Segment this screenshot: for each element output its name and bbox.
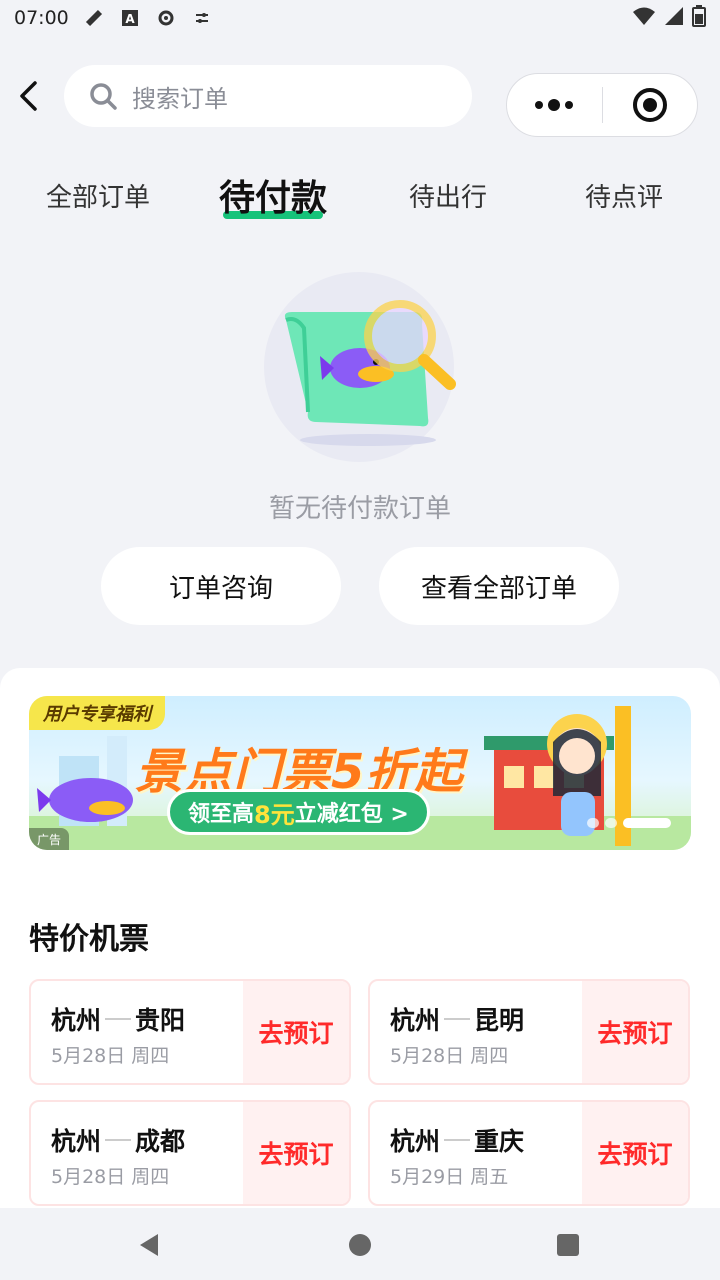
book-button[interactable]: 去预订 xyxy=(582,981,688,1083)
tab-label: 全部订单 xyxy=(45,182,150,213)
tab-pending-payment[interactable]: 待付款 xyxy=(216,165,330,225)
flight-to: 昆明 xyxy=(474,1006,525,1035)
settings-icon xyxy=(155,7,177,29)
section-title: 特价机票 xyxy=(29,922,149,957)
flight-from: 杭州 xyxy=(390,1127,441,1156)
header: 搜索订单 xyxy=(0,62,720,142)
sliders-icon xyxy=(191,7,213,29)
a-icon: A xyxy=(119,7,141,29)
empty-message: 暂无待付款订单 xyxy=(268,494,451,524)
carousel-dot-active xyxy=(623,818,671,828)
recommend-card: 用户专享福利 景点门票5折起 领至高 8元 立减红包 > 广告 特价机票 杭州 … xyxy=(0,668,720,1228)
flight-to: 重庆 xyxy=(474,1127,525,1156)
route-dash xyxy=(105,1018,132,1020)
ad-tag: 广告 xyxy=(29,828,70,850)
route-dash xyxy=(444,1139,471,1141)
flight-route: 杭州 贵阳 xyxy=(51,1001,185,1037)
search-icon xyxy=(90,83,117,110)
flight-date: 5月28日 周四 xyxy=(390,1045,509,1067)
triangle-back-icon xyxy=(140,1234,158,1256)
flight-date: 5月29日 周五 xyxy=(390,1166,509,1188)
carousel-dot xyxy=(605,818,617,828)
tab-label: 待付款 xyxy=(218,178,327,219)
book-button[interactable]: 去预订 xyxy=(582,1102,688,1204)
view-all-orders-label: 查看全部订单 xyxy=(420,573,577,604)
carousel-indicator xyxy=(587,818,671,828)
flight-date: 5月28日 周四 xyxy=(51,1045,170,1067)
miniprogram-capsule xyxy=(506,73,698,137)
search-input[interactable]: 搜索订单 xyxy=(64,65,472,127)
flight-deal-card[interactable]: 杭州 重庆 5月29日 周五 去预订 xyxy=(368,1100,690,1206)
banner-sub-highlight: 8元 xyxy=(254,800,295,829)
back-button[interactable] xyxy=(10,76,46,116)
tools-icon xyxy=(83,7,105,29)
svg-text:A: A xyxy=(125,12,135,26)
tab-all-orders[interactable]: 全部订单 xyxy=(44,165,152,225)
system-nav-bar xyxy=(0,1208,720,1280)
battery-icon xyxy=(692,4,706,32)
route-dash xyxy=(105,1139,132,1141)
status-bar: 07:00 A xyxy=(0,0,720,36)
book-button[interactable]: 去预订 xyxy=(243,981,349,1083)
flight-date: 5月28日 周四 xyxy=(51,1166,170,1188)
banner-badge: 用户专享福利 xyxy=(29,696,165,730)
flight-to: 成都 xyxy=(135,1127,186,1156)
chevron-left-icon xyxy=(20,81,37,111)
promo-banner[interactable]: 用户专享福利 景点门票5折起 领至高 8元 立减红包 > 广告 xyxy=(29,696,691,850)
order-consult-label: 订单咨询 xyxy=(168,573,273,604)
signal-icon xyxy=(664,6,684,31)
flight-deal-card[interactable]: 杭州 成都 5月28日 周四 去预订 xyxy=(29,1100,351,1206)
banner-sub-suffix: 立减红包 > xyxy=(294,802,409,827)
flight-route: 杭州 成都 xyxy=(51,1122,185,1158)
close-button[interactable] xyxy=(603,74,698,136)
flight-deal-card[interactable]: 杭州 贵阳 5月28日 周四 去预订 xyxy=(29,979,351,1085)
flight-from: 杭州 xyxy=(51,1006,102,1035)
empty-state-illustration xyxy=(264,272,456,462)
banner-sub-prefix: 领至高 xyxy=(188,802,255,827)
view-all-orders-button[interactable]: 查看全部订单 xyxy=(379,547,619,625)
flight-route: 杭州 重庆 xyxy=(390,1122,524,1158)
tab-pending-review[interactable]: 待点评 xyxy=(582,165,666,225)
circle-home-icon xyxy=(349,1234,371,1256)
tab-label: 待出行 xyxy=(408,182,487,213)
banner-coupon-button[interactable]: 领至高 8元 立减红包 > xyxy=(167,789,430,835)
nav-home-button[interactable] xyxy=(345,1230,375,1260)
flight-to: 贵阳 xyxy=(135,1006,186,1035)
carousel-dot xyxy=(587,818,599,828)
wifi-icon xyxy=(632,6,656,31)
book-button[interactable]: 去预订 xyxy=(243,1102,349,1204)
more-dots-icon xyxy=(535,99,574,111)
flight-route: 杭州 昆明 xyxy=(390,1001,524,1037)
status-time: 07:00 xyxy=(14,7,69,29)
order-tabs: 全部订单 待付款 待出行 待点评 xyxy=(0,165,720,225)
flight-from: 杭州 xyxy=(390,1006,441,1035)
order-consult-button[interactable]: 订单咨询 xyxy=(101,547,341,625)
square-recents-icon xyxy=(557,1234,579,1256)
flight-from: 杭州 xyxy=(51,1127,102,1156)
flight-deal-card[interactable]: 杭州 昆明 5月28日 周四 去预订 xyxy=(368,979,690,1085)
nav-back-button[interactable] xyxy=(134,1230,164,1260)
magnifier-scroll-icon xyxy=(284,300,456,446)
tab-pending-travel[interactable]: 待出行 xyxy=(406,165,490,225)
search-placeholder: 搜索订单 xyxy=(132,84,228,113)
nav-recents-button[interactable] xyxy=(553,1230,583,1260)
tab-label: 待点评 xyxy=(584,182,663,213)
more-button[interactable] xyxy=(507,74,602,136)
route-dash xyxy=(444,1018,471,1020)
target-icon xyxy=(632,88,667,122)
